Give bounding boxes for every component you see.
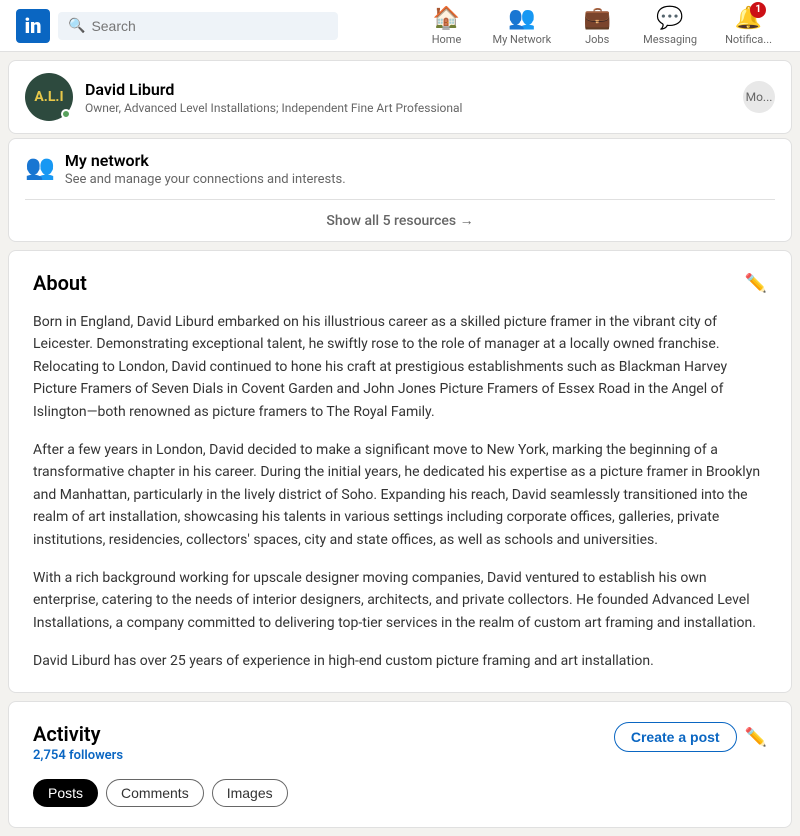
tab-comments[interactable]: Comments (106, 779, 204, 807)
search-bar[interactable]: 🔍 (58, 12, 338, 40)
profile-title: Owner, Advanced Level Installations; Ind… (85, 101, 462, 115)
about-edit-icon[interactable]: ✏️ (745, 273, 767, 294)
network-group-icon: 👥 (25, 153, 55, 181)
messaging-icon: 💬 (656, 6, 683, 31)
my-network-subtitle: See and manage your connections and inte… (65, 172, 346, 187)
page-content: A.L.I David Liburd Owner, Advanced Level… (0, 60, 800, 828)
linkedin-logo[interactable]: in (16, 9, 50, 43)
nav-item-jobs[interactable]: 💼 Jobs (567, 6, 627, 46)
notifications-label: Notifica... (725, 33, 772, 46)
online-indicator (61, 109, 71, 119)
about-paragraph-1: Born in England, David Liburd embarked o… (33, 311, 767, 423)
nav-item-network[interactable]: 👥 My Network (481, 6, 564, 46)
about-text: Born in England, David Liburd embarked o… (33, 311, 767, 672)
nav-items: 🏠 Home 👥 My Network 💼 Jobs 💬 Messaging 🔔… (417, 6, 785, 46)
notification-badge: 1 (750, 2, 766, 18)
tab-images[interactable]: Images (212, 779, 288, 807)
activity-title-group: Activity 2,754 followers (33, 722, 123, 763)
network-label: My Network (493, 33, 552, 46)
about-paragraph-4: David Liburd has over 25 years of experi… (33, 650, 767, 672)
activity-header: Activity 2,754 followers Create a post ✏… (33, 722, 767, 763)
search-icon: 🔍 (68, 18, 85, 34)
more-button[interactable]: Mo... (743, 81, 775, 113)
my-network-header: 👥 My network See and manage your connect… (25, 151, 775, 199)
notifications-icon: 🔔 1 (735, 6, 762, 31)
create-post-button[interactable]: Create a post (614, 722, 737, 752)
nav-item-home[interactable]: 🏠 Home (417, 6, 477, 46)
show-all-resources[interactable]: Show all 5 resources → (25, 199, 775, 241)
followers-count: 2,754 followers (33, 748, 123, 763)
activity-title: Activity (33, 722, 123, 746)
about-header: About ✏️ (33, 271, 767, 295)
nav-item-notifications[interactable]: 🔔 1 Notifica... (713, 6, 784, 46)
my-network-text: My network See and manage your connectio… (65, 151, 346, 187)
about-paragraph-3: With a rich background working for upsca… (33, 567, 767, 634)
my-network-title: My network (65, 151, 346, 170)
top-navigation: in 🔍 🏠 Home 👥 My Network 💼 Jobs 💬 Messag… (0, 0, 800, 52)
network-icon: 👥 (508, 6, 535, 31)
home-icon: 🏠 (433, 6, 460, 31)
about-paragraph-2: After a few years in London, David decid… (33, 439, 767, 551)
about-section: About ✏️ Born in England, David Liburd e… (8, 250, 792, 693)
my-network-section: 👥 My network See and manage your connect… (8, 138, 792, 242)
profile-name: David Liburd (85, 80, 462, 99)
profile-info: David Liburd Owner, Advanced Level Insta… (85, 80, 462, 115)
jobs-icon: 💼 (583, 6, 610, 31)
home-label: Home (432, 33, 462, 46)
tab-posts[interactable]: Posts (33, 779, 98, 807)
activity-actions: Create a post ✏️ (614, 722, 767, 752)
avatar: A.L.I (25, 73, 73, 121)
activity-section: Activity 2,754 followers Create a post ✏… (8, 701, 792, 828)
nav-item-messaging[interactable]: 💬 Messaging (631, 6, 709, 46)
jobs-label: Jobs (585, 33, 609, 46)
profile-bar-left: A.L.I David Liburd Owner, Advanced Level… (25, 73, 462, 121)
profile-bar: A.L.I David Liburd Owner, Advanced Level… (8, 60, 792, 134)
about-title: About (33, 271, 87, 295)
show-all-link[interactable]: Show all 5 resources → (326, 213, 473, 229)
search-input[interactable] (91, 18, 328, 34)
activity-edit-icon[interactable]: ✏️ (745, 727, 767, 748)
messaging-label: Messaging (643, 33, 697, 46)
activity-tabs: Posts Comments Images (33, 779, 767, 807)
